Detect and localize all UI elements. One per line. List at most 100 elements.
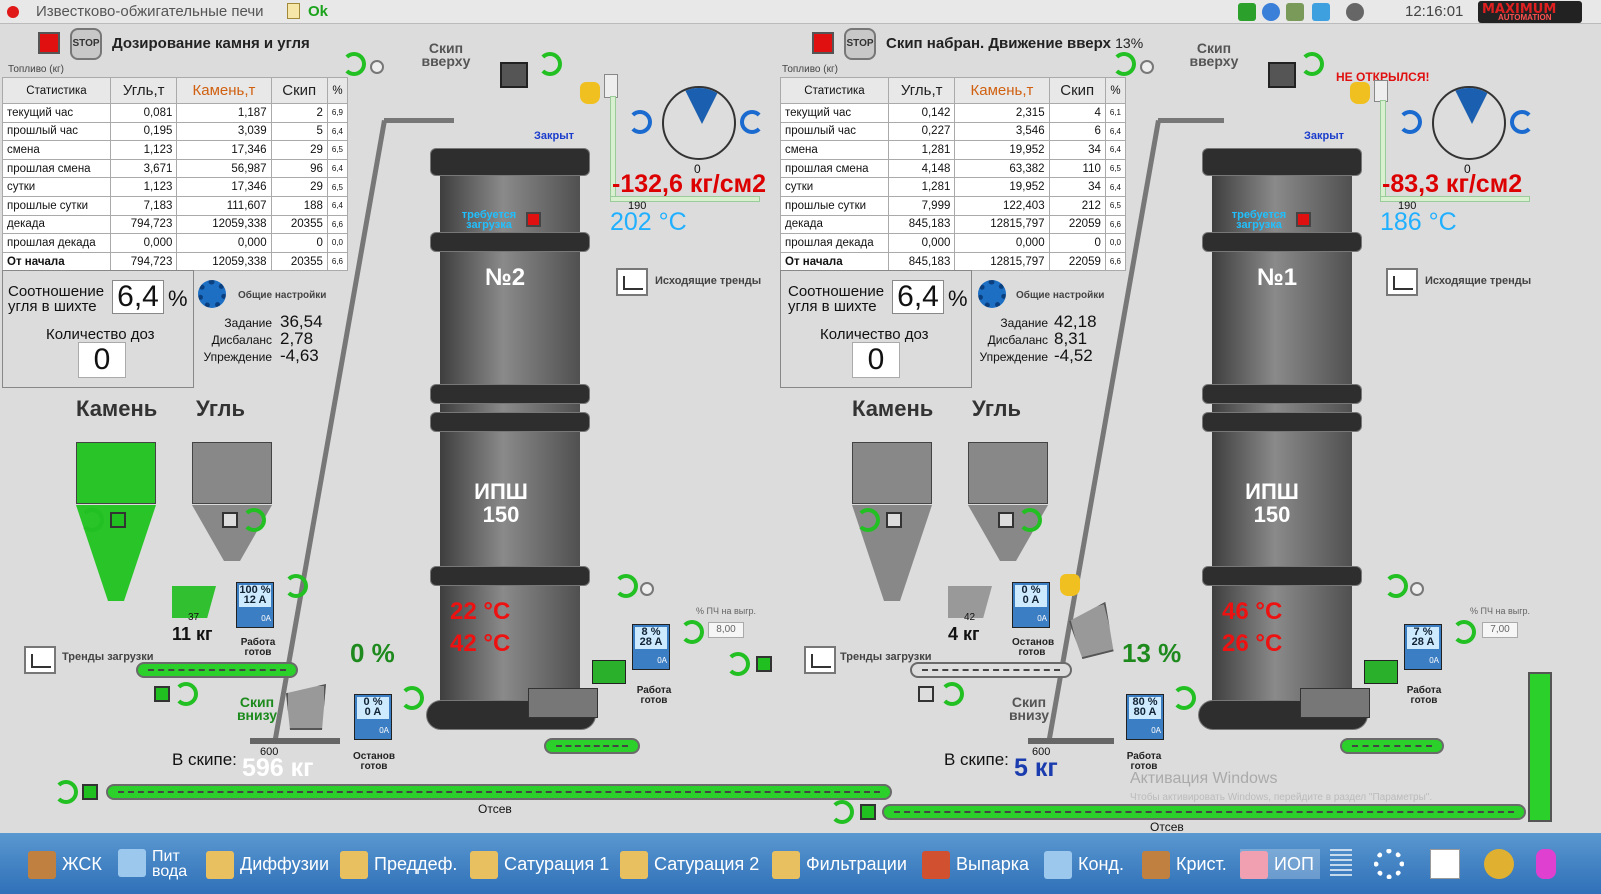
recycle-icon[interactable] (1452, 620, 1476, 644)
trend-icon[interactable] (1386, 268, 1418, 296)
rotate-right-icon[interactable] (740, 110, 764, 134)
ratio-pct: % (168, 286, 188, 311)
hand-pointer-icon[interactable] (1536, 849, 1556, 879)
stop-icon[interactable]: STOP (70, 28, 102, 60)
recycle-icon[interactable] (856, 508, 880, 532)
gear-icon[interactable] (978, 280, 1006, 308)
coal-feeder-drive[interactable]: 100 % 12 A 0A (236, 582, 274, 628)
trends-out-label[interactable]: Исходящие тренды (655, 276, 761, 287)
discharge-conveyor[interactable] (1340, 738, 1444, 754)
zone-temperature-2: 26 °C (1222, 630, 1283, 657)
stop-indicator-red[interactable] (812, 32, 834, 54)
pch-value[interactable]: 7,00 (1482, 622, 1518, 638)
task-krist[interactable]: Крист. (1142, 849, 1227, 880)
gear-icon[interactable] (1374, 849, 1404, 879)
recycle-icon[interactable] (614, 574, 638, 598)
task-filtration[interactable]: Фильтрации (772, 849, 907, 880)
doses-value[interactable]: 0 (852, 342, 900, 378)
task-preddef[interactable]: Преддеф. (340, 849, 457, 880)
dosing-conveyor[interactable] (136, 662, 298, 678)
trend-chart-icon[interactable] (1430, 849, 1460, 879)
hand-icon[interactable] (1350, 82, 1370, 104)
app-icon (470, 851, 498, 880)
speaker-icon[interactable] (1410, 582, 1424, 596)
task-kond[interactable]: Конд. (1044, 849, 1124, 880)
table-row: прошлая смена 4,148 63,382 110 6,5 (780, 158, 1127, 179)
hand-icon[interactable] (580, 82, 600, 104)
trend-icon[interactable] (804, 646, 836, 674)
fines-conveyor-right[interactable] (882, 804, 1526, 820)
recycle-icon[interactable] (830, 800, 854, 824)
task-saturation-1[interactable]: Сатурация 1 (470, 849, 609, 880)
skip-winch-drive[interactable]: 80 % 80 A 0A (1126, 694, 1164, 740)
skip-winch-drive[interactable]: 0 % 0 A 0A (354, 694, 392, 740)
fines-conveyor-left[interactable] (106, 784, 892, 800)
recycle-icon[interactable] (680, 620, 704, 644)
document-icon[interactable] (287, 3, 300, 19)
ratio-value[interactable]: 6,4 (892, 280, 944, 314)
recycle-icon[interactable] (538, 52, 562, 76)
pch-value[interactable]: 8,00 (708, 622, 744, 638)
stop-indicator-red[interactable] (38, 32, 60, 54)
stone-hopper (76, 442, 156, 504)
scale-tick: 37 (188, 612, 200, 623)
speaker-icon[interactable] (1140, 60, 1154, 74)
recycle-icon[interactable] (174, 682, 198, 706)
tower-ring (430, 232, 590, 252)
tray-plus-icon[interactable] (1238, 3, 1256, 21)
settings-label[interactable]: Общие настройки (238, 290, 326, 301)
recycle-icon[interactable] (342, 52, 366, 76)
fan-drive[interactable]: 7 % 28 A 0A (1404, 624, 1442, 670)
speaker-icon[interactable] (640, 582, 654, 596)
rotate-left-icon[interactable] (1398, 110, 1422, 134)
recycle-icon[interactable] (284, 574, 308, 598)
menu-icon[interactable] (1330, 849, 1352, 879)
dosing-conveyor[interactable] (910, 662, 1072, 678)
close-dot-icon[interactable] (7, 6, 19, 18)
stop-icon[interactable]: STOP (844, 28, 876, 60)
recycle-icon[interactable] (242, 508, 266, 532)
settings-label[interactable]: Общие настройки (1016, 290, 1104, 301)
lead-value: -4,63 (280, 346, 319, 365)
trends-out-label[interactable]: Исходящие тренды (1425, 276, 1531, 287)
speaker-icon[interactable] (370, 60, 384, 74)
recycle-icon[interactable] (1384, 574, 1408, 598)
recycle-icon[interactable] (1112, 52, 1136, 76)
task-saturation-2[interactable]: Сатурация 2 (620, 849, 759, 880)
recycle-icon[interactable] (54, 780, 78, 804)
tray-telegram-icon[interactable] (1312, 3, 1330, 21)
engineer-icon[interactable] (1484, 849, 1514, 879)
recycle-icon[interactable] (80, 508, 104, 532)
task-iop[interactable]: ИОП (1240, 849, 1320, 880)
table-row: смена 1,281 19,952 34 6,4 (780, 140, 1127, 160)
tray-network-icon[interactable] (1286, 3, 1304, 21)
tray-user-icon[interactable] (1346, 3, 1364, 21)
task-diffuzii[interactable]: Диффузии (206, 849, 329, 880)
drive-readout: 100 % 12 A (239, 584, 271, 607)
rotate-left-icon[interactable] (628, 110, 652, 134)
gear-icon[interactable] (198, 280, 226, 308)
recycle-icon[interactable] (940, 682, 964, 706)
rotate-right-icon[interactable] (1510, 110, 1534, 134)
trend-icon[interactable] (616, 268, 648, 296)
task-vyparka[interactable]: Выпарка (922, 849, 1029, 880)
task-zhsk[interactable]: ЖСК (28, 849, 102, 880)
discharge-conveyor[interactable] (544, 738, 640, 754)
recycle-icon[interactable] (1018, 508, 1042, 532)
hand-icon[interactable] (1060, 574, 1080, 596)
recycle-icon[interactable] (400, 686, 424, 710)
drive-readout: 7 % 28 A (1407, 627, 1439, 649)
trend-icon[interactable] (24, 646, 56, 674)
tray-chat-icon[interactable] (1262, 3, 1280, 21)
col-coal: Угль,т (887, 77, 956, 104)
task-pit-voda[interactable]: Пит вода (118, 849, 198, 880)
fan-drive[interactable]: 8 % 28 A 0A (632, 624, 670, 670)
trends-load-label[interactable]: Тренды загрузки (62, 652, 154, 663)
ratio-value[interactable]: 6,4 (112, 280, 164, 314)
recycle-icon[interactable] (1300, 52, 1324, 76)
coal-feeder-drive[interactable]: 0 % 0 A 0A (1012, 582, 1050, 628)
recycle-icon[interactable] (1172, 686, 1196, 710)
recycle-icon[interactable] (726, 652, 750, 676)
doses-value[interactable]: 0 (78, 342, 126, 378)
table-row: прошлая декада 0,000 0,000 0 0,0 (780, 233, 1127, 253)
